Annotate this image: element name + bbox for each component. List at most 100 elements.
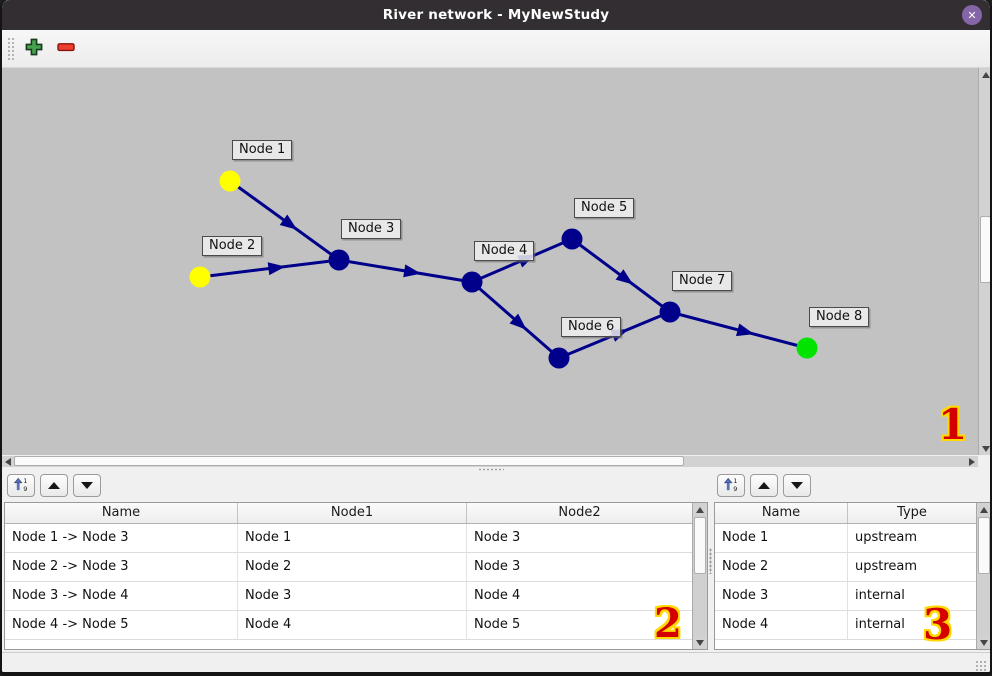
table-row[interactable]: Node 2 -> Node 3 Node 2 Node 3 xyxy=(5,553,692,582)
node-label: Node 7 xyxy=(672,271,732,291)
cell-name[interactable]: Node 4 -> Node 5 xyxy=(5,611,238,639)
network-canvas[interactable]: Node 1Node 2Node 3Node 4Node 5Node 6Node… xyxy=(2,68,978,455)
node-label: Node 8 xyxy=(809,307,869,327)
cell-type[interactable]: upstream xyxy=(848,524,976,552)
arrow-left-icon xyxy=(5,458,11,466)
network-node[interactable] xyxy=(462,272,483,293)
nodes-move-up-button[interactable] xyxy=(750,474,778,497)
node-label: Node 2 xyxy=(202,236,262,256)
edge-arrow-icon xyxy=(403,264,421,277)
toolbar-drag-handle[interactable] xyxy=(8,38,14,60)
scrollbar-thumb[interactable] xyxy=(694,517,706,574)
network-node[interactable] xyxy=(797,338,818,359)
cell-name[interactable]: Node 3 -> Node 4 xyxy=(5,582,238,610)
annotation-marker-1: 1 xyxy=(938,404,967,446)
scroll-right-button[interactable] xyxy=(966,456,978,467)
cell-name[interactable]: Node 2 xyxy=(715,553,848,581)
canvas-horizontal-scrollbar[interactable] xyxy=(2,455,978,467)
arrow-right-icon xyxy=(969,458,975,466)
network-graph xyxy=(2,68,978,455)
cell-name[interactable]: Node 1 xyxy=(715,524,848,552)
cell-name[interactable]: Node 3 xyxy=(715,582,848,610)
main-toolbar xyxy=(2,30,990,68)
network-node[interactable] xyxy=(190,267,211,288)
empty-row xyxy=(5,640,692,649)
scroll-up-button[interactable] xyxy=(977,503,991,516)
cell-node1[interactable]: Node 2 xyxy=(238,553,467,581)
close-icon: ✕ xyxy=(967,10,976,21)
add-node-button[interactable] xyxy=(22,37,46,61)
cell-node1[interactable]: Node 3 xyxy=(238,582,467,610)
table-row[interactable]: Node 1 upstream xyxy=(715,524,976,553)
column-header-node1[interactable]: Node1 xyxy=(238,503,467,523)
network-node[interactable] xyxy=(329,250,350,271)
edge-arrow-icon xyxy=(736,324,754,337)
close-button[interactable]: ✕ xyxy=(962,5,982,25)
scroll-up-button[interactable] xyxy=(979,68,992,81)
column-header-node2[interactable]: Node2 xyxy=(467,503,692,523)
edge-arrow-icon xyxy=(616,269,634,284)
nodes-move-down-button[interactable] xyxy=(783,474,811,497)
cell-node1[interactable]: Node 4 xyxy=(238,611,467,639)
remove-node-button[interactable] xyxy=(54,37,78,61)
scroll-down-button[interactable] xyxy=(693,636,707,649)
svg-text:1: 1 xyxy=(23,476,27,484)
table-row[interactable]: Node 3 -> Node 4 Node 3 Node 4 xyxy=(5,582,692,611)
scrollbar-thumb[interactable] xyxy=(14,456,684,466)
resize-grip-icon[interactable] xyxy=(974,661,987,672)
nodes-sort-button[interactable]: 19 xyxy=(717,474,745,497)
table-header-row: Name Node1 Node2 xyxy=(5,503,692,524)
canvas-vertical-scrollbar[interactable] xyxy=(978,68,992,455)
cell-node2[interactable]: Node 3 xyxy=(467,553,692,581)
connections-sort-button[interactable]: 19 xyxy=(7,474,35,497)
node-label: Node 1 xyxy=(232,140,292,160)
sort-ascending-icon: 19 xyxy=(723,476,739,496)
arrow-down-icon xyxy=(696,640,704,646)
table-row[interactable]: Node 1 -> Node 3 Node 1 Node 3 xyxy=(5,524,692,553)
network-node[interactable] xyxy=(660,302,681,323)
arrow-up-icon xyxy=(982,72,990,78)
network-node[interactable] xyxy=(220,171,241,192)
arrow-up-icon xyxy=(696,507,704,513)
column-header-name[interactable]: Name xyxy=(715,503,848,523)
edge-arrow-icon xyxy=(268,262,286,275)
cell-type[interactable]: internal xyxy=(848,611,976,639)
table-row[interactable]: Node 2 upstream xyxy=(715,553,976,582)
connections-move-down-button[interactable] xyxy=(73,474,101,497)
node-label: Node 5 xyxy=(574,198,634,218)
splitter-handle-icon xyxy=(478,468,504,471)
app-window: River network - MyNewStudy ✕ Node 1Node … xyxy=(0,0,992,676)
cell-node2[interactable]: Node 3 xyxy=(467,524,692,552)
titlebar[interactable]: River network - MyNewStudy ✕ xyxy=(2,0,990,30)
node-label: Node 6 xyxy=(561,317,621,337)
network-node[interactable] xyxy=(562,229,583,250)
cell-type[interactable]: upstream xyxy=(848,553,976,581)
svg-text:1: 1 xyxy=(733,476,737,484)
table-row[interactable]: Node 4 -> Node 5 Node 4 Node 5 xyxy=(5,611,692,640)
horizontal-splitter[interactable] xyxy=(2,467,990,472)
cell-name[interactable]: Node 4 xyxy=(715,611,848,639)
cell-node1[interactable]: Node 1 xyxy=(238,524,467,552)
column-header-type[interactable]: Type xyxy=(848,503,976,523)
cell-name[interactable]: Node 1 -> Node 3 xyxy=(5,524,238,552)
column-header-name[interactable]: Name xyxy=(5,503,238,523)
connections-table: Name Node1 Node2 Node 1 -> Node 3 Node 1… xyxy=(4,502,708,650)
scroll-down-button[interactable] xyxy=(977,636,991,649)
svg-text:9: 9 xyxy=(733,485,737,492)
cell-type[interactable]: internal xyxy=(848,582,976,610)
scroll-left-button[interactable] xyxy=(2,456,14,467)
scroll-up-button[interactable] xyxy=(693,503,707,516)
connections-move-up-button[interactable] xyxy=(40,474,68,497)
scrollbar-thumb[interactable] xyxy=(978,517,990,574)
cell-name[interactable]: Node 2 -> Node 3 xyxy=(5,553,238,581)
scroll-down-button[interactable] xyxy=(979,442,992,455)
scrollbar-thumb[interactable] xyxy=(980,216,991,283)
network-node[interactable] xyxy=(549,348,570,369)
annotation-marker-2: 2 xyxy=(654,604,682,644)
table-header-row: Name Type xyxy=(715,503,976,524)
arrow-up-icon xyxy=(980,507,988,513)
table-vertical-scrollbar[interactable] xyxy=(692,503,707,649)
table-vertical-scrollbar[interactable] xyxy=(976,503,991,649)
arrow-down-icon xyxy=(81,482,93,489)
node-label: Node 3 xyxy=(341,219,401,239)
